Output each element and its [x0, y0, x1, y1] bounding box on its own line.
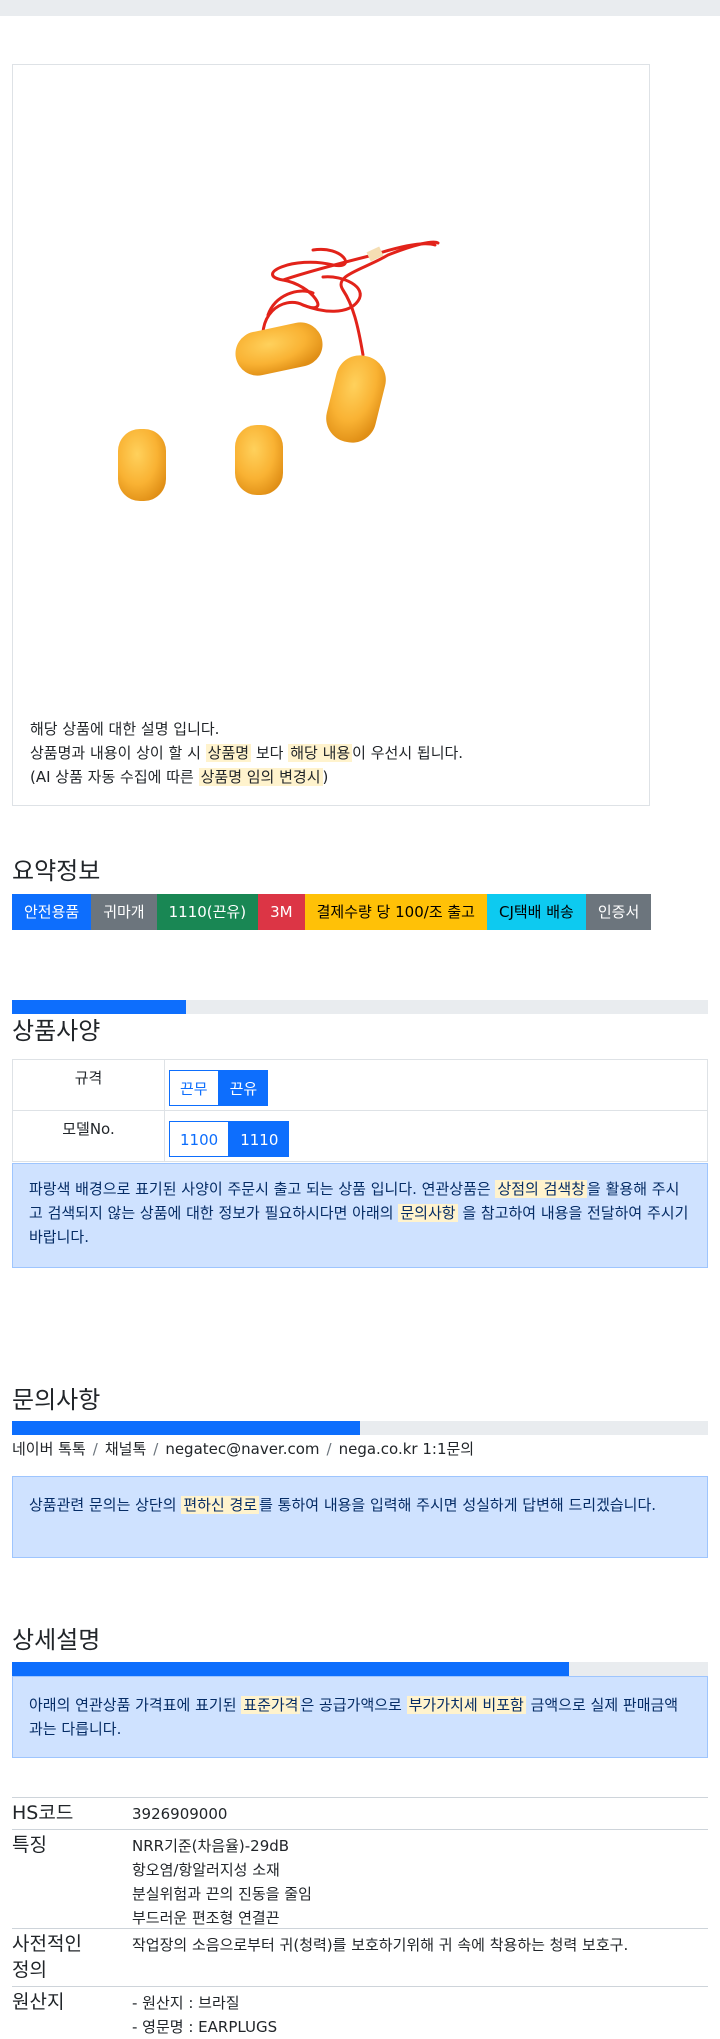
detail-key: HS코드	[12, 1802, 74, 1824]
detail-row-hscode: HS코드 3926909000	[12, 1797, 708, 1830]
description-line-1: 해당 상품에 대한 설명 입니다.	[30, 720, 220, 738]
product-description: 해당 상품에 대한 설명 입니다. 상품명과 내용이 상이 할 시 상품명 보다…	[30, 717, 463, 789]
highlight-inquiry: 문의사항	[398, 1204, 458, 1222]
detail-line: 3926909000	[132, 1805, 228, 1823]
detail-line: 작업장의 소음으로부터 귀(청력)를 보호하기위해 귀 속에 착용하는 청력 보…	[132, 1936, 629, 1954]
inquiry-progress	[12, 1421, 708, 1435]
detail-key: 원산지	[12, 1991, 65, 2013]
spec-label: 규격	[12, 1059, 165, 1111]
highlight-vat: 부가가치세 비포함	[406, 1696, 526, 1714]
inquiry-title: 문의사항	[12, 1386, 101, 1414]
link-separator: /	[153, 1440, 159, 1458]
spec-row-model: 모델No. 1100 1110	[12, 1110, 708, 1162]
link-naver-talktalk[interactable]: 네이버 톡톡	[12, 1440, 86, 1458]
spec-label: 모델No.	[12, 1110, 165, 1162]
badge-quantity[interactable]: 결제수량 당 100/조 출고	[304, 894, 487, 930]
description-text: 상품명과 내용이 상이 할 시	[30, 744, 206, 762]
option-model-1110[interactable]: 1110	[229, 1120, 290, 1157]
detail-line: - 영문명 : EARPLUGS	[132, 2018, 278, 2036]
option-cord[interactable]: 끈유	[218, 1069, 269, 1106]
detail-key-line: 사전적인	[12, 1933, 82, 1955]
detail-value: 3926909000	[132, 1802, 227, 1826]
option-no-cord[interactable]: 끈무	[169, 1069, 219, 1106]
badge-brand[interactable]: 3M	[258, 894, 305, 930]
detail-key-line: 정의	[12, 1959, 47, 1981]
spec-title: 상품사양	[12, 1017, 101, 1045]
detail-line: 분실위험과 끈의 진동을 줄임	[132, 1885, 312, 1903]
detail-value: - 원산지 : 브라질 - 영문명 : EARPLUGS	[132, 1991, 277, 2039]
notice-text: 파랑색 배경으로 표기된 사양이 주문시 출고 되는 상품 입니다. 연관상품은	[29, 1180, 496, 1198]
detail-title: 상세설명	[12, 1626, 101, 1654]
detail-value: NRR기준(차음율)-29dB 항오염/항알러지성 소재 분실위험과 끈의 진동…	[132, 1834, 312, 1930]
inquiry-progress-fill	[12, 1421, 360, 1435]
highlight-name-change: 상품명 임의 변경시	[198, 768, 323, 786]
detail-progress-fill	[12, 1662, 569, 1676]
badge-shipping[interactable]: CJ택배 배송	[486, 894, 586, 930]
product-image	[118, 240, 440, 501]
detail-value: 작업장의 소음으로부터 귀(청력)를 보호하기위해 귀 속에 착용하는 청력 보…	[132, 1933, 628, 1957]
link-email[interactable]: negatec@naver.com	[165, 1440, 319, 1458]
detail-key: 특징	[12, 1834, 47, 1856]
option-model-1100[interactable]: 1100	[169, 1120, 230, 1157]
detail-line: 항오염/항알러지성 소재	[132, 1861, 280, 1879]
badge-model[interactable]: 1110(끈유)	[156, 894, 259, 930]
inquiry-links: 네이버 톡톡 / 채널톡 / negatec@naver.com / nega.co.kr …	[12, 1438, 474, 1459]
spec-options: 끈무 끈유	[164, 1059, 708, 1111]
spec-table: 규격 끈무 끈유 모델No. 1100 1110	[12, 1059, 708, 1162]
notice-text: 아래의 연관상품 가격표에 표기된	[29, 1696, 242, 1714]
detail-line: - 원산지 : 브라질	[132, 1994, 240, 2012]
spec-notice: 파랑색 배경으로 표기된 사양이 주문시 출고 되는 상품 입니다. 연관상품은…	[12, 1163, 708, 1268]
spec-row-size: 규격 끈무 끈유	[12, 1059, 708, 1111]
spec-options: 1100 1110	[164, 1110, 708, 1162]
description-text: (AI 상품 자동 수집에 따른	[30, 768, 199, 786]
detail-progress	[12, 1662, 708, 1676]
detail-notice: 아래의 연관상품 가격표에 표기된 표준가격 은 공급가액으로 부가가치세 비포함…	[12, 1676, 708, 1758]
spec-progress	[12, 1000, 708, 1014]
detail-line: NRR기준(차음율)-29dB	[132, 1837, 290, 1855]
badge-certificate[interactable]: 인증서	[585, 894, 652, 930]
badge-subcategory[interactable]: 귀마개	[91, 894, 157, 930]
detail-row-origin: 원산지 - 원산지 : 브라질 - 영문명 : EARPLUGS	[12, 1986, 708, 2036]
detail-line: 부드러운 편조형 연결끈	[132, 1909, 280, 1927]
link-site-inquiry[interactable]: nega.co.kr 1:1문의	[339, 1440, 475, 1458]
detail-key: 사전적인정의	[12, 1931, 122, 1983]
product-image-box: 해당 상품에 대한 설명 입니다. 상품명과 내용이 상이 할 시 상품명 보다…	[12, 64, 650, 806]
notice-text: 상품관련 문의는 상단의	[29, 1496, 182, 1514]
highlight-content: 해당 내용	[288, 744, 353, 762]
highlight-route: 편하신 경로	[181, 1496, 260, 1514]
description-text: 이 우선시 됩니다.	[352, 744, 464, 762]
highlight-product-name: 상품명	[205, 744, 252, 762]
link-separator: /	[92, 1440, 98, 1458]
highlight-standard-price: 표준가격	[241, 1696, 301, 1714]
inquiry-notice: 상품관련 문의는 상단의 편하신 경로 를 통하여 내용을 입력해 주시면 성실하…	[12, 1476, 708, 1558]
description-line-3: (AI 상품 자동 수집에 따른 상품명 임의 변경시)	[30, 765, 463, 789]
notice-text: 은 공급가액으로	[300, 1696, 407, 1714]
badge-category[interactable]: 안전용품	[12, 894, 92, 930]
link-separator: /	[326, 1440, 332, 1458]
top-bar	[0, 0, 720, 16]
description-text: )	[322, 768, 329, 786]
highlight-search: 상점의 검색창	[495, 1180, 588, 1198]
detail-row-features: 특징 NRR기준(차음율)-29dB 항오염/항알러지성 소재 분실위험과 끈의…	[12, 1829, 708, 1929]
summary-badges: 안전용품 귀마개 1110(끈유) 3M 결제수량 당 100/조 출고 CJ택…	[12, 894, 652, 930]
model-option-group: 1100 1110	[169, 1120, 290, 1157]
notice-text: 를 통하여 내용을 입력해 주시면 성실하게 답변해 드리겠습니다.	[259, 1496, 657, 1514]
size-option-group: 끈무 끈유	[169, 1069, 269, 1106]
detail-row-definition: 사전적인정의 작업장의 소음으로부터 귀(청력)를 보호하기위해 귀 속에 착용…	[12, 1928, 708, 1987]
summary-title: 요약정보	[12, 857, 101, 885]
description-text: 보다	[251, 744, 289, 762]
description-line-2: 상품명과 내용이 상이 할 시 상품명 보다 해당 내용 이 우선시 됩니다.	[30, 741, 463, 765]
link-channeltalk[interactable]: 채널톡	[105, 1440, 146, 1458]
